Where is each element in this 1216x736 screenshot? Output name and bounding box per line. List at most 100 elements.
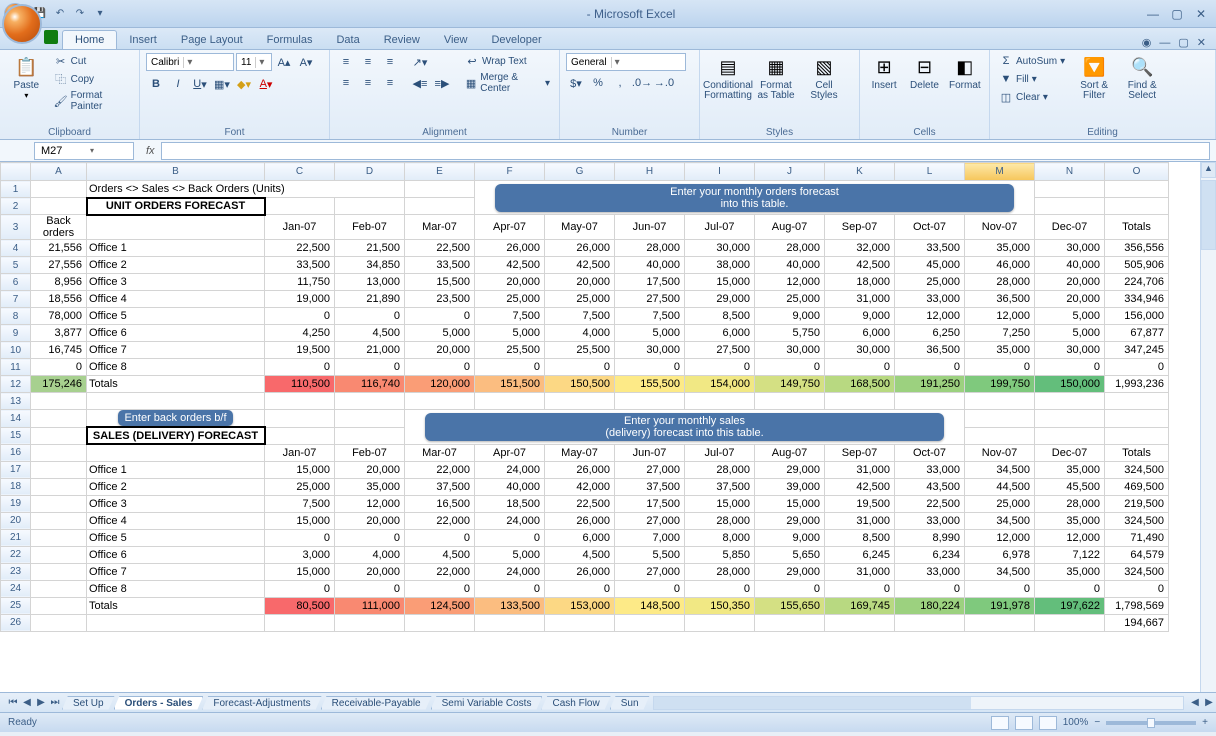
orientation-button[interactable]: ↗▾ [410, 53, 430, 71]
border-button[interactable]: ▦▾ [212, 75, 232, 93]
qat-dropdown-icon[interactable]: ▾ [92, 6, 108, 22]
comma-button[interactable]: , [610, 74, 630, 92]
italic-button[interactable]: I [168, 75, 188, 93]
normal-view-button[interactable] [991, 716, 1009, 730]
title-orders[interactable]: UNIT ORDERS FORECAST [87, 198, 265, 215]
format-table-button[interactable]: ▦Format as Table [754, 53, 798, 101]
col-header-M[interactable]: M [965, 163, 1035, 181]
col-header-F[interactable]: F [475, 163, 545, 181]
grow-font-button[interactable]: A▴ [274, 53, 294, 71]
help-icon[interactable]: ◉ [1142, 36, 1152, 49]
underline-button[interactable]: U▾ [190, 75, 210, 93]
ribbon-close-icon[interactable]: ✕ [1197, 36, 1206, 49]
cut-button[interactable]: ✂Cut [51, 53, 133, 69]
autosum-button[interactable]: ΣAutoSum ▾ [996, 53, 1068, 69]
title-sales[interactable]: SALES (DELIVERY) FORECAST [87, 427, 265, 444]
tab-formulas[interactable]: Formulas [255, 31, 325, 49]
minimize-icon[interactable]: — [1146, 7, 1160, 21]
indent-dec-button[interactable]: ◀≡ [410, 74, 430, 92]
zoom-slider[interactable] [1106, 721, 1196, 725]
formula-input[interactable] [161, 142, 1210, 160]
fill-button[interactable]: ▼Fill ▾ [996, 71, 1068, 87]
tab-data[interactable]: Data [324, 31, 371, 49]
fill-color-button[interactable]: ◆▾ [234, 75, 254, 93]
align-mid-button[interactable]: ≡ [358, 53, 378, 71]
col-header-D[interactable]: D [335, 163, 405, 181]
redo-icon[interactable]: ↷ [72, 6, 88, 22]
maximize-icon[interactable]: ▢ [1170, 7, 1184, 21]
zoom-level[interactable]: 100% [1063, 717, 1089, 728]
name-box[interactable]: M27▾ [34, 142, 134, 160]
inc-dec-button[interactable]: .0→ [632, 74, 652, 92]
zoom-out-icon[interactable]: − [1094, 717, 1100, 728]
office-orb-large[interactable] [2, 4, 42, 44]
tab-prev-icon[interactable]: ◀ [20, 697, 34, 708]
tab-developer[interactable]: Developer [479, 31, 553, 49]
clear-button[interactable]: ◫Clear ▾ [996, 89, 1068, 105]
sort-filter-button[interactable]: 🔽Sort & Filter [1072, 53, 1116, 101]
align-left-button[interactable]: ≡ [336, 74, 356, 92]
col-header-G[interactable]: G [545, 163, 615, 181]
font-size-combo[interactable]: 11▾ [236, 53, 272, 71]
col-header-J[interactable]: J [755, 163, 825, 181]
col-header-L[interactable]: L [895, 163, 965, 181]
tab-home[interactable]: Home [62, 30, 117, 49]
sheet-tab[interactable]: Forecast-Adjustments [202, 696, 321, 710]
format-painter-button[interactable]: 🖌Format Painter [51, 89, 133, 113]
currency-button[interactable]: $▾ [566, 74, 586, 92]
horizontal-scrollbar[interactable] [653, 696, 1184, 710]
page-break-view-button[interactable] [1039, 716, 1057, 730]
merge-center-button[interactable]: ▦Merge & Center ▾ [462, 71, 553, 95]
vertical-scrollbar[interactable]: ▲ [1200, 162, 1216, 692]
font-color-button[interactable]: A▾ [256, 75, 276, 93]
col-header-H[interactable]: H [615, 163, 685, 181]
find-select-button[interactable]: 🔍Find & Select [1120, 53, 1164, 101]
align-bot-button[interactable]: ≡ [380, 53, 400, 71]
hint-back-orders[interactable]: Enter back orders b/f [118, 410, 232, 426]
delete-cell-button[interactable]: ⊟Delete [906, 53, 942, 91]
wrap-text-button[interactable]: ↩Wrap Text [462, 53, 553, 69]
sheet-tab[interactable]: Orders - Sales [114, 696, 204, 710]
col-header-E[interactable]: E [405, 163, 475, 181]
close-icon[interactable]: ✕ [1194, 7, 1208, 21]
tab-view[interactable]: View [432, 31, 480, 49]
col-header-C[interactable]: C [265, 163, 335, 181]
format-cell-button[interactable]: ◧Format [947, 53, 983, 91]
cell-styles-button[interactable]: ▧Cell Styles [802, 53, 846, 101]
align-right-button[interactable]: ≡ [380, 74, 400, 92]
col-header-K[interactable]: K [825, 163, 895, 181]
font-name-combo[interactable]: Calibri▾ [146, 53, 234, 71]
fx-icon[interactable]: fx [146, 145, 155, 157]
col-header-O[interactable]: O [1105, 163, 1169, 181]
sheet-tab[interactable]: Cash Flow [541, 696, 610, 710]
ribbon-restore-icon[interactable]: ▢ [1178, 36, 1188, 49]
sheet-tab[interactable]: Semi Variable Costs [431, 696, 543, 710]
ribbon-minimize-icon[interactable]: — [1159, 37, 1170, 49]
shrink-font-button[interactable]: A▾ [296, 53, 316, 71]
align-center-button[interactable]: ≡ [358, 74, 378, 92]
undo-icon[interactable]: ↶ [52, 6, 68, 22]
tab-first-icon[interactable]: ⏮ [6, 697, 20, 708]
zoom-in-icon[interactable]: + [1202, 717, 1208, 728]
number-format-combo[interactable]: General▾ [566, 53, 686, 71]
tab-insert[interactable]: Insert [117, 31, 169, 49]
page-layout-view-button[interactable] [1015, 716, 1033, 730]
indent-inc-button[interactable]: ≡▶ [432, 74, 452, 92]
sheet-tab[interactable]: Receivable-Payable [321, 696, 432, 710]
tab-pagelayout[interactable]: Page Layout [169, 31, 255, 49]
paste-button[interactable]: 📋 Paste ▾ [6, 53, 47, 100]
copy-button[interactable]: ⿻Copy [51, 71, 133, 87]
cond-format-button[interactable]: ▤Conditional Formatting [706, 53, 750, 101]
insert-cell-button[interactable]: ⊞Insert [866, 53, 902, 91]
col-header-N[interactable]: N [1035, 163, 1105, 181]
sheet-tab[interactable]: Set Up [62, 696, 115, 710]
percent-button[interactable]: % [588, 74, 608, 92]
tab-review[interactable]: Review [372, 31, 432, 49]
dec-dec-button[interactable]: →.0 [654, 74, 674, 92]
tab-next-icon[interactable]: ▶ [34, 697, 48, 708]
col-header-A[interactable]: A [31, 163, 87, 181]
col-header-B[interactable]: B [87, 163, 265, 181]
worksheet-grid[interactable]: ABCDEFGHIJKLMNO1Orders <> Sales <> Back … [0, 162, 1216, 692]
align-top-button[interactable]: ≡ [336, 53, 356, 71]
col-header-I[interactable]: I [685, 163, 755, 181]
